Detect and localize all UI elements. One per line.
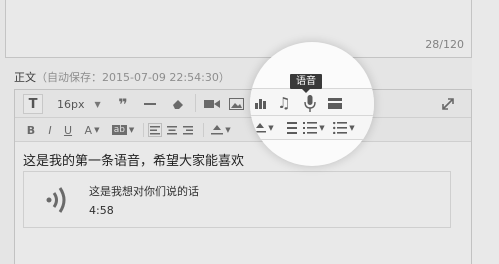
music-button[interactable]: ♫ [276, 94, 292, 112]
background-color-icon: ab [111, 125, 127, 135]
toolbar-divider [203, 123, 204, 137]
align-center-icon [167, 125, 177, 134]
voice-title: 这是我想对你们说的话 [89, 185, 199, 198]
italic-button[interactable]: I [44, 122, 56, 138]
underline-button[interactable]: U [62, 122, 74, 138]
fullscreen-button[interactable] [440, 96, 456, 112]
music-icon: ♫ [277, 94, 291, 112]
italic-icon: I [48, 123, 52, 137]
fullscreen-icon [442, 98, 454, 110]
content-text[interactable]: 这是我的第一条语音，希望大家能喜欢 [23, 150, 244, 169]
chevron-down-icon: ▼ [225, 126, 231, 134]
background-color-button[interactable]: ab ▼ [109, 123, 137, 137]
chevron-down-icon: ▼ [319, 124, 325, 132]
body-label-text: 正文 [14, 71, 36, 84]
chevron-down-icon: ▼ [349, 124, 355, 132]
align-center-button[interactable] [165, 123, 179, 137]
ordered-list-button[interactable]: ▼ [302, 120, 326, 136]
unordered-list-button[interactable]: ▼ [332, 120, 356, 136]
chart-button[interactable] [253, 95, 269, 111]
image-icon [228, 98, 244, 110]
indent-button[interactable] [286, 120, 298, 136]
right-panel [472, 0, 499, 264]
voice-tooltip: 语音 [290, 74, 322, 93]
line-height-button[interactable]: ▼ [252, 121, 276, 135]
chevron-down-icon: ▼ [94, 126, 100, 134]
spotlight-highlight: ♫ ▼ ▼ ▼ 语音 [250, 42, 374, 166]
unordered-list-icon [333, 122, 348, 134]
sound-wave-icon [46, 187, 66, 213]
chevron-down-icon: ▼ [94, 99, 101, 109]
chart-icon [255, 99, 266, 109]
video-button[interactable] [203, 96, 221, 112]
voice-button[interactable] [302, 93, 318, 113]
chevron-down-icon: ▼ [268, 124, 274, 132]
chevron-down-icon: ▼ [128, 126, 135, 134]
quote-button[interactable]: ❞ [115, 94, 131, 114]
text-style-button[interactable]: T [23, 94, 43, 114]
line-height-icon [254, 123, 267, 133]
line-height-button[interactable]: ▼ [209, 123, 233, 137]
voice-duration: 4:58 [89, 204, 114, 217]
eraser-icon [173, 100, 183, 109]
font-size-select[interactable]: 16px ▼ [57, 95, 101, 113]
toolbar-row-2: B I U A ▼ ab ▼ ▼ [15, 118, 471, 142]
font-color-button[interactable]: A ▼ [81, 122, 103, 138]
video-icon [204, 100, 220, 108]
underline-icon: U [63, 123, 73, 137]
card-button[interactable] [327, 96, 343, 110]
bold-icon: B [26, 123, 36, 137]
bold-button[interactable]: B [25, 122, 37, 138]
line-height-icon [211, 125, 224, 135]
autosave-status: （自动保存：2015-07-09 22:54:30） [36, 71, 230, 84]
horizontal-rule-button[interactable] [142, 96, 158, 112]
rich-text-editor[interactable]: T 16px ▼ ❞ B I U A ▼ ab ▼ ▼ 这是我的第一条语音，希望… [14, 89, 472, 264]
quote-icon: ❞ [118, 94, 128, 114]
toolbar-divider [143, 123, 144, 137]
microphone-icon [304, 94, 316, 112]
ordered-list-icon [303, 122, 318, 134]
summary-textarea[interactable] [5, 0, 472, 58]
char-counter: 28/120 [425, 38, 464, 51]
body-label: 正文（自动保存：2015-07-09 22:54:30） [14, 69, 230, 85]
font-size-value: 16px [57, 97, 85, 111]
align-left-button[interactable] [148, 123, 162, 137]
image-button[interactable] [227, 96, 245, 112]
text-style-icon: T [28, 96, 38, 112]
font-color-icon: A [84, 123, 93, 137]
align-left-icon [150, 125, 160, 134]
spotlight-toolbar-row-1: ♫ [250, 88, 374, 116]
spotlight-toolbar-row-2: ▼ ▼ ▼ [250, 116, 374, 140]
eraser-button[interactable] [170, 96, 186, 112]
horizontal-rule-icon [144, 103, 156, 105]
align-right-icon [183, 125, 193, 134]
indent-icon [287, 122, 297, 134]
toolbar-divider [195, 94, 196, 112]
card-icon [328, 97, 342, 109]
voice-message-card[interactable]: 这是我想对你们说的话 4:58 [23, 171, 451, 228]
toolbar-row-1: T 16px ▼ ❞ [15, 90, 471, 118]
align-right-button[interactable] [181, 123, 195, 137]
